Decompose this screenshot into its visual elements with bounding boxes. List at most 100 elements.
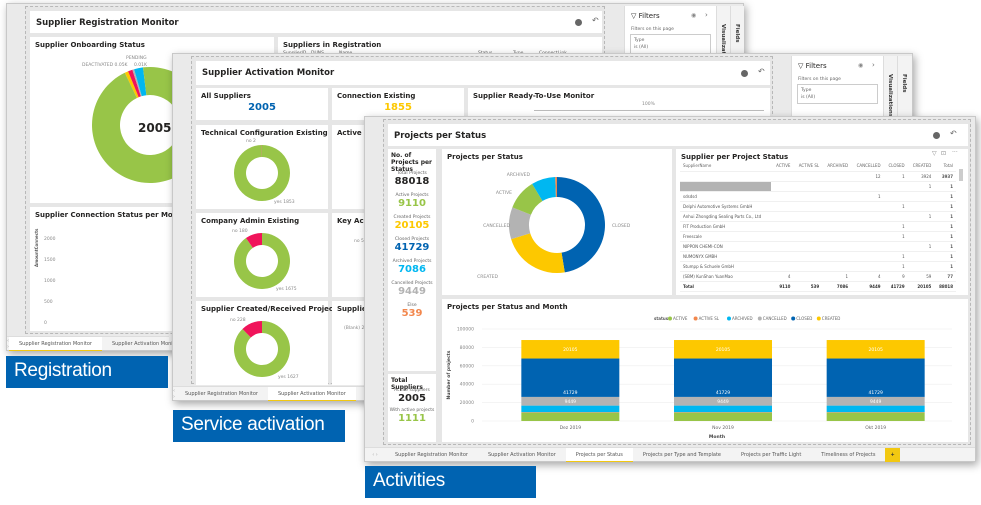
filter-icon[interactable]: ▽ [932,150,937,157]
table-row[interactable]: FIT Production GmbH 1 1 [680,221,956,232]
table-cell [822,261,852,272]
column-header[interactable]: ACTIVE SL [793,161,823,172]
table-cell: (SBM) KunShan YuanMao [680,271,772,282]
ready-axis-line [534,110,764,111]
table-cell: Stumpp & Schuele GmbH [680,261,772,272]
bar-segment-archived[interactable] [521,405,620,413]
total-cell: 9449 [851,280,884,292]
back-icon[interactable]: ↶ [950,129,957,138]
legend-entry[interactable]: CANCELLED [763,316,787,321]
tab-nav-arrows[interactable]: ‹ › [365,452,385,458]
tab-timeliness-of-projects[interactable]: Timeliness of Projects [811,448,885,462]
table-row[interactable]: NUMONYX GMBH 1 1 [680,251,956,262]
legend-entry[interactable]: ACTIVE SL [699,316,720,321]
table-row[interactable]: (SBM) KunShan YuanMao 4 1 4 9 59 77 [680,271,956,282]
collapse-icon[interactable]: › [872,61,875,69]
table-cell [822,231,852,242]
donut-label-cancelled: CANCELLED [483,223,510,229]
donut-label-created: CREATED [477,274,498,280]
supplier-kpi-list: Active suppliers 2005 With active projects… [388,388,436,428]
y-tick-label: 40000 [460,382,474,388]
table-cell: 1 [883,201,908,212]
tab-supplier-activation-monitor[interactable]: Supplier Activation Monitor [478,448,566,462]
table-cell [907,201,935,212]
donut-slice-closed[interactable] [557,177,605,273]
eye-icon[interactable]: ◉ [858,62,863,69]
legend-entry[interactable]: CLOSED [796,316,812,321]
legend-entry[interactable]: CREATED [822,316,841,321]
legend-entry[interactable]: ARCHIVED [732,316,753,321]
tab-projects-per-type-and-template[interactable]: Projects per Type and Template [633,448,731,462]
table-cell: 1 [851,191,884,202]
back-icon[interactable]: ↶ [758,67,765,76]
tab-registration[interactable]: Supplier Registration Monitor [175,387,268,401]
column-header[interactable]: SupplierName [680,161,772,172]
y-tick: 500 [44,300,53,305]
table-cell: 1 [883,251,908,262]
matrix-scrollbar[interactable] [959,169,963,181]
filter-field: Type [801,88,812,93]
tab-projects-per-status[interactable]: Projects per Status [565,447,633,462]
focus-mode-icon[interactable]: ⊡ [941,150,946,157]
bar-segment-active[interactable] [674,412,772,421]
caption-activities: Activities [365,466,536,498]
legend-entry[interactable]: ACTIVE [673,316,688,321]
table-cell: NIPPON CHEMI-CON [680,241,772,252]
tab-activation[interactable]: Supplier Activation Monitor [267,386,356,401]
filter-card-type[interactable]: Type is (All) [797,84,878,104]
table-row[interactable]: 11 [680,181,956,192]
add-page-button[interactable]: + [885,447,900,462]
table-row[interactable]: Freescale 1 1 [680,231,956,242]
donut-slice-created[interactable] [511,233,565,273]
info-icon[interactable] [575,19,582,26]
column-header[interactable]: ACTIVE [771,161,794,172]
table-cell [883,191,908,202]
table-cell [793,251,823,262]
tab-registration[interactable]: Supplier Registration Monitor [9,336,102,351]
y-tick-label: 100000 [457,327,474,333]
bar-segment-active[interactable] [521,412,620,421]
table-row[interactable]: sdsdsd 1 1 [680,191,956,202]
table-cell [793,191,823,202]
tab-projects-per-traffic-light[interactable]: Projects per Traffic Light [731,448,811,462]
visualizations-label: Visualizations [887,74,893,118]
bar-segment-active[interactable] [826,412,925,421]
table-row[interactable]: NIPPON CHEMI-CON 1 1 [680,241,956,252]
table-row[interactable]: 12 1 3924 3937 [680,171,956,182]
back-icon[interactable]: ↶ [592,16,599,25]
table-row[interactable]: Anhui Zhongding Sealing Parts Co., Ltd 1 1 [680,211,956,222]
column-header[interactable]: CREATED [907,161,935,172]
table-cell [822,181,852,192]
table-cell: 1 [934,261,956,272]
collapse-icon[interactable]: › [705,11,708,19]
supplier-kpi-item: With active projects 1111 [388,408,436,424]
page-header: Supplier Registration Monitor ↶ [30,11,602,33]
tab-supplier-registration-monitor[interactable]: Supplier Registration Monitor [385,448,478,462]
eye-icon[interactable]: ◉ [691,12,696,19]
column-header[interactable]: Total [934,161,956,172]
table-cell: 4 [771,271,794,282]
y-tick-label: 0 [471,419,474,425]
column-header[interactable]: CLOSED [883,161,908,172]
column-header[interactable]: ARCHIVED [822,161,852,172]
kpi-list: Total Projects 88018 Active Projects 9110 Cr… [388,171,436,325]
table-cell [907,191,935,202]
kpi-value: 20105 [394,220,430,231]
more-options-icon[interactable]: ··· [952,149,958,156]
stacked-chart-card: Projects per Status and Month 100000 8000… [442,299,968,442]
table-cell [771,251,794,262]
bar-segment-archived[interactable] [674,405,772,413]
info-icon[interactable] [933,132,940,139]
info-icon[interactable] [741,70,748,77]
kpi-card: No. of Projects per Status Total Project… [388,149,436,371]
table-row[interactable]: Delphi Automotive Systems GmbH 1 1 [680,201,956,212]
bar-segment-archived[interactable] [826,405,925,413]
legend-marker [668,316,672,321]
table-cell: 3924 [907,171,935,182]
page-header: Projects per Status ↶ [388,124,968,146]
filter-card-type[interactable]: Type is (All) [630,34,711,54]
table-row[interactable]: Stumpp & Schuele GmbH 1 1 [680,261,956,272]
data-label: 20105 [563,347,577,353]
table-cell [771,191,794,202]
column-header[interactable]: CANCELLED [851,161,884,172]
